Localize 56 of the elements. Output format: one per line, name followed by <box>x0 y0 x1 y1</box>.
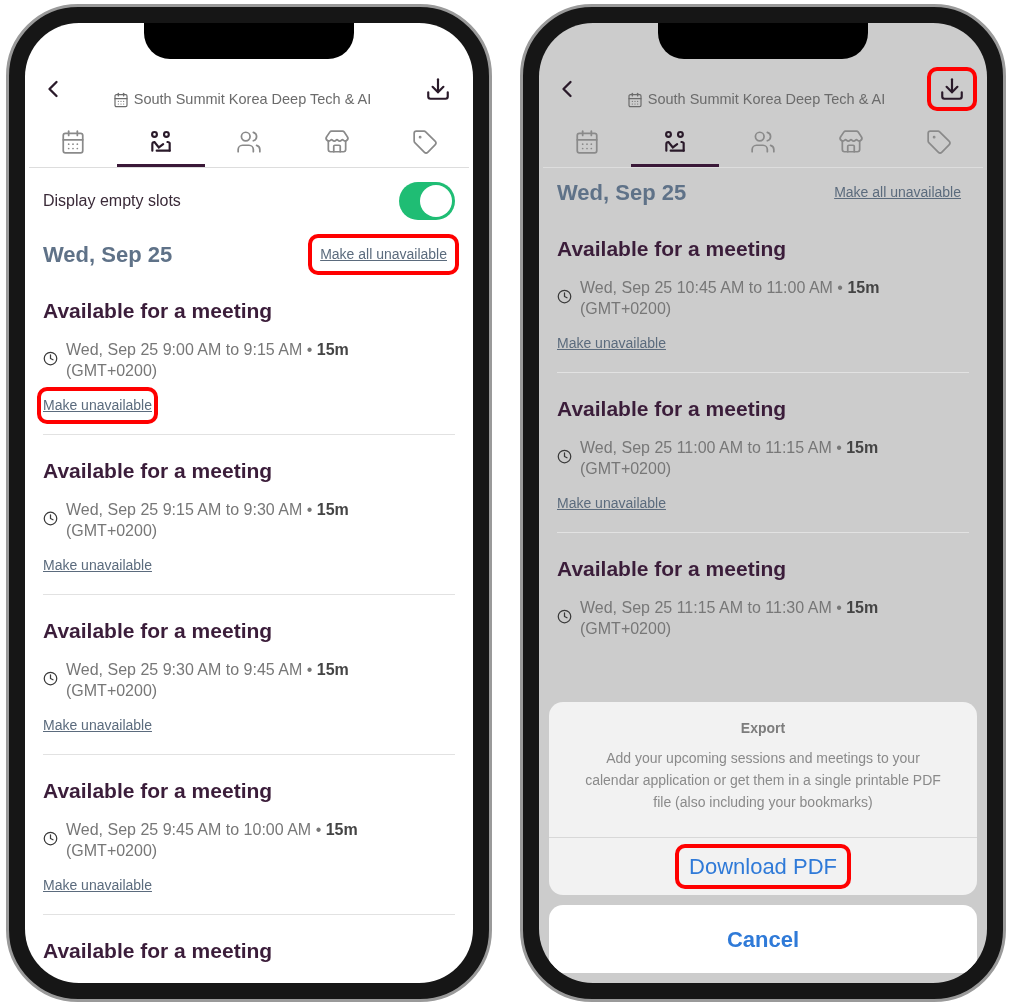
people-icon <box>750 129 776 156</box>
download-icon <box>939 75 965 102</box>
calendar-icon <box>60 129 86 156</box>
slot-title: Available for a meeting <box>43 297 274 324</box>
slot-timezone: (GMT+0200) <box>580 298 673 319</box>
slot-time: Wed, Sep 25 9:00 AM to 9:15 AM • 15m <box>66 339 349 360</box>
day-heading: Wed, Sep 25 <box>43 240 173 269</box>
event-name: South Summit Korea Deep Tech & AI <box>647 90 886 109</box>
clock-icon <box>557 288 572 304</box>
slot-timezone: (GMT+0200) <box>66 840 159 861</box>
slot-time: Wed, Sep 25 9:15 AM to 9:30 AM • 15m <box>66 499 349 520</box>
make-unavailable-link[interactable]: Make unavailable <box>555 328 668 358</box>
make-unavailable-link[interactable]: Make unavailable <box>41 870 154 900</box>
slot-time: Wed, Sep 25 9:45 AM to 10:00 AM • 15m <box>66 819 358 840</box>
clock-icon <box>43 670 58 686</box>
clock-icon <box>557 608 572 624</box>
store-icon <box>838 129 864 156</box>
make-all-unavailable-link[interactable]: Make all unavailable <box>826 175 969 209</box>
slot-title: Available for a meeting <box>557 395 788 422</box>
cancel-button[interactable]: Cancel <box>549 905 977 973</box>
day-heading: Wed, Sep 25 <box>557 178 687 207</box>
toggle-switch[interactable] <box>399 181 455 220</box>
slot-title: Available for a meeting <box>557 555 788 582</box>
toggle-label: Display empty slots <box>43 190 181 211</box>
slot-title: Available for a meeting <box>557 235 788 262</box>
make-unavailable-link[interactable]: Make unavailable <box>41 550 154 580</box>
make-unavailable-link[interactable]: Make unavailable <box>555 488 668 518</box>
people-icon <box>236 129 262 156</box>
slot-timezone: (GMT+0200) <box>580 618 673 639</box>
calendar-icon <box>574 129 600 156</box>
clock-icon <box>557 448 572 464</box>
store-icon <box>324 129 350 156</box>
sheet-message: Add your upcoming sessions and meetings to your calendar application or get them in a single printable PDF file (also including your bookmarks) <box>584 749 942 812</box>
sheet-title: Export <box>740 719 786 738</box>
slot-title: Available for a meeting <box>43 777 274 804</box>
clock-icon <box>43 350 58 366</box>
tag-icon <box>412 129 438 156</box>
slot-title: Available for a meeting <box>43 617 274 644</box>
event-name: South Summit Korea Deep Tech & AI <box>133 90 372 109</box>
slot-title: Available for a meeting <box>43 937 274 964</box>
slot-timezone: (GMT+0200) <box>580 458 673 479</box>
make-unavailable-link[interactable]: Make unavailable <box>41 710 154 740</box>
slot-time: Wed, Sep 25 10:45 AM to 11:00 AM • 15m <box>580 277 880 298</box>
calendar-icon <box>112 91 129 108</box>
slot-time: Wed, Sep 25 11:00 AM to 11:15 AM • 15m <box>580 437 879 458</box>
clock-icon <box>43 510 58 526</box>
slot-title: Available for a meeting <box>43 457 274 484</box>
download-icon <box>425 75 451 102</box>
tag-icon <box>926 129 952 156</box>
slot-timezone: (GMT+0200) <box>66 360 159 381</box>
slot-time: Wed, Sep 25 9:30 AM to 9:45 AM • 15m <box>66 659 349 680</box>
calendar-icon <box>626 91 643 108</box>
slot-timezone: (GMT+0200) <box>66 520 159 541</box>
slot-time: Wed, Sep 25 11:15 AM to 11:30 AM • 15m <box>580 597 879 618</box>
clock-icon <box>43 830 58 846</box>
slot-timezone: (GMT+0200) <box>66 680 159 701</box>
